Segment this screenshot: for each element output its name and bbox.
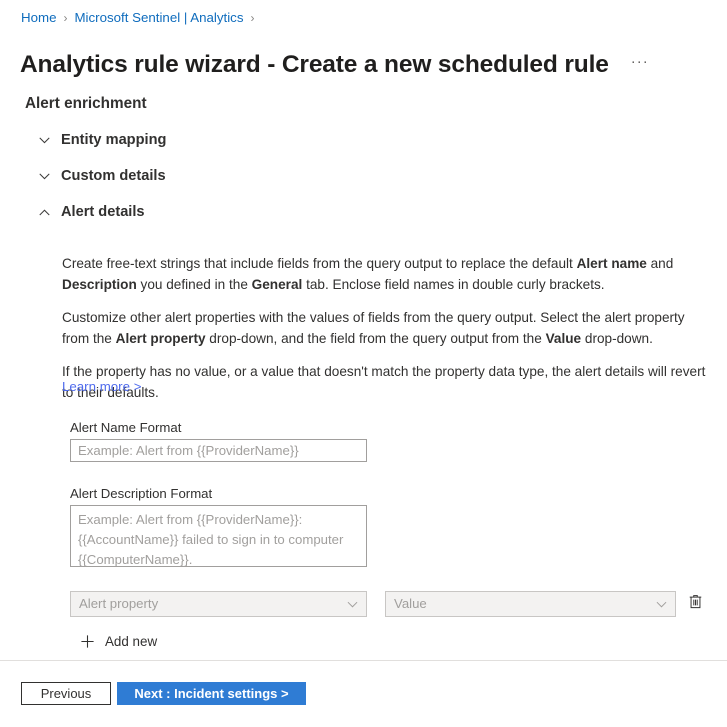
desc-text: tab. Enclose field names in double curly… [302,277,604,292]
desc-text: drop-down, and the field from the query … [206,331,546,346]
chevron-down-icon [344,596,360,612]
footer-divider [0,660,727,661]
learn-more-link[interactable]: Learn more > [62,377,141,396]
next-incident-settings-button[interactable]: Next : Incident settings > [117,682,306,705]
analytics-rule-wizard-page: Home › Microsoft Sentinel | Analytics › … [0,0,727,727]
chevron-down-icon [33,129,55,151]
description-paragraph-2: Customize other alert properties with th… [62,307,714,349]
accordion-alert-details[interactable]: Alert details [33,201,145,223]
add-new-label: Add new [105,632,157,651]
desc-bold-value: Value [546,331,582,346]
value-dropdown[interactable]: Value [385,591,676,617]
previous-button[interactable]: Previous [21,682,111,705]
alert-name-format-input[interactable] [70,439,367,462]
chevron-down-icon [33,165,55,187]
delete-row-button[interactable] [684,591,706,617]
breadcrumb-separator-icon: › [63,9,67,27]
accordion-entity-mapping[interactable]: Entity mapping [33,129,166,151]
description-paragraph-1: Create free-text strings that include fi… [62,253,714,295]
alert-description-format-textarea[interactable] [70,505,367,567]
chevron-down-icon [653,596,669,612]
section-title-alert-enrichment: Alert enrichment [25,93,147,114]
page-header: Analytics rule wizard - Create a new sch… [20,32,652,99]
breadcrumb-item-microsoft-sentinel-analytics[interactable]: Microsoft Sentinel | Analytics [74,9,243,27]
breadcrumb: Home › Microsoft Sentinel | Analytics › [21,9,261,27]
add-new-button[interactable]: Add new [78,630,157,652]
desc-text: you defined in the [137,277,252,292]
breadcrumb-item-home[interactable]: Home [21,9,56,27]
plus-icon [78,632,96,650]
alert-name-format-label: Alert Name Format [70,418,181,437]
accordion-label: Custom details [61,166,166,186]
chevron-up-icon [33,201,55,223]
breadcrumb-separator-icon: › [250,9,254,27]
desc-bold-alert-name: Alert name [577,256,647,271]
value-dropdown-value: Value [394,595,653,613]
trash-icon [688,594,703,615]
accordion-custom-details[interactable]: Custom details [33,165,166,187]
desc-bold-description: Description [62,277,137,292]
accordion-label: Alert details [61,202,145,222]
desc-text: and [647,256,673,271]
alert-property-dropdown[interactable]: Alert property [70,591,367,617]
alert-property-dropdown-value: Alert property [79,595,344,613]
accordion-label: Entity mapping [61,130,166,150]
desc-bold-general: General [252,277,303,292]
page-title: Analytics rule wizard - Create a new sch… [20,48,609,82]
desc-bold-alert-property: Alert property [116,331,206,346]
more-options-icon[interactable]: ··· [628,53,652,77]
desc-text: drop-down. [581,331,653,346]
alert-description-format-label: Alert Description Format [70,484,212,503]
description-paragraph-3: If the property has no value, or a value… [62,361,714,403]
desc-text: Create free-text strings that include fi… [62,256,577,271]
